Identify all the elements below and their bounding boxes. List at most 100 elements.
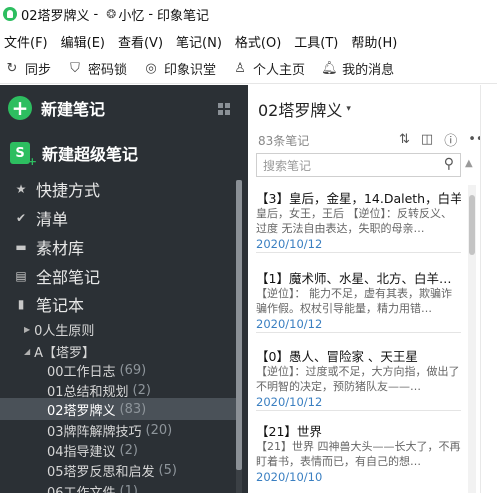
notes-icon: ▤ bbox=[15, 269, 27, 283]
tree-item-label: 05塔罗反思和启发 bbox=[47, 464, 155, 480]
note-card[interactable]: 【3】皇后，金星，14.Daleth，白羊… 皇后，女王，王后 【逆位】：反转反… bbox=[256, 185, 461, 253]
note-snippet: 【逆位】： 能力不足，虚有其表，欺骗诈骗作假。权杖引导能量，精力用错… bbox=[256, 287, 452, 315]
note-date: 2020/10/12 bbox=[256, 317, 323, 331]
menu-note[interactable]: 笔记(N) bbox=[176, 32, 222, 51]
tree-item-life-principles[interactable]: ▶ 0人生原则 bbox=[0, 318, 236, 340]
tree-item-guidance[interactable]: 04指导建议 (2) bbox=[0, 439, 236, 461]
search-input[interactable]: 搜索笔记 ⚲ bbox=[256, 153, 461, 177]
sync-label: 同步 bbox=[25, 63, 52, 78]
note-snippet: 【21】世界 四神兽大头——长大了，不再盯着书，表情而已，有自己的想… bbox=[256, 440, 461, 468]
list-tools: ⇅ ◫ ⓘ ••• bbox=[388, 130, 491, 149]
window-title-user: 小忆 bbox=[118, 8, 145, 24]
sidebar-item-all-notes[interactable]: ▤ 全部笔记 bbox=[0, 262, 236, 290]
new-note-label: 新建笔记 bbox=[41, 100, 106, 119]
new-super-note-button[interactable]: S 新建超级笔记 bbox=[10, 140, 139, 168]
note-list-panel: 02塔罗牌义 ▾ 83条笔记 ⇅ ◫ ⓘ ••• 搜索笔记 ⚲ ▲ 【3】皇后，… bbox=[248, 85, 491, 493]
tree-item-label: 06工作文件 bbox=[47, 485, 116, 493]
caret-down-icon[interactable]: ◢ bbox=[24, 347, 30, 356]
sidebar-scrollbar-thumb[interactable] bbox=[236, 180, 242, 470]
note-card[interactable]: 【1】魔术师、水星、北方、白羊… 【逆位】： 能力不足，虚有其表，欺骗诈骗作假。… bbox=[256, 265, 461, 333]
sidebar-item-label: 全部笔记 bbox=[36, 268, 101, 287]
window-title-app: 印象笔记 bbox=[157, 8, 210, 24]
note-count: 83条笔记 bbox=[258, 134, 310, 148]
menu-help[interactable]: 帮助(H) bbox=[351, 32, 397, 51]
messages-button[interactable]: 🔔︎ 我的消息 bbox=[321, 59, 394, 78]
tree-item-label: 01总结和规划 bbox=[47, 384, 129, 400]
super-note-icon: S bbox=[10, 142, 37, 168]
note-title: 【0】愚人、冒险家 、天王星 bbox=[256, 349, 418, 364]
tree-item-count: (2) bbox=[132, 382, 151, 398]
tree-item-label: 02塔罗牌义 bbox=[47, 403, 116, 419]
tree-item-work-files[interactable]: 06工作文件 (1) bbox=[0, 480, 236, 493]
check-circle-icon: ✔ bbox=[15, 211, 27, 225]
tree-item-count: (1) bbox=[119, 483, 138, 493]
chevron-down-icon: ▾ bbox=[346, 104, 351, 114]
sidebar-item-shortcuts[interactable]: ★ 快捷方式 bbox=[0, 175, 236, 203]
homepage-button[interactable]: ♙ 个人主页 bbox=[232, 59, 305, 78]
note-date: 2020/10/12 bbox=[256, 237, 323, 251]
tree-item-count: (5) bbox=[158, 462, 177, 478]
classroom-icon: ◎ bbox=[145, 61, 157, 76]
new-note-button[interactable]: + 新建笔记 bbox=[8, 95, 105, 121]
sort-icon[interactable]: ⇅ bbox=[399, 132, 410, 147]
note-date: 2020/10/12 bbox=[256, 395, 323, 409]
tree-item-label: 03牌阵解牌技巧 bbox=[47, 424, 142, 440]
evernote-logo-icon bbox=[3, 7, 17, 21]
new-super-note-label: 新建超级笔记 bbox=[42, 145, 139, 164]
tree-item-spread-techniques[interactable]: 03牌阵解牌技巧 (20) bbox=[0, 419, 236, 441]
note-title: 【3】皇后，金星，14.Daleth，白羊… bbox=[256, 191, 461, 206]
sidebar-item-label: 清单 bbox=[36, 210, 69, 229]
scroll-up-icon[interactable]: ▲ bbox=[465, 158, 473, 169]
search-icon[interactable]: ⚲ bbox=[444, 156, 454, 172]
notebook-title: 02塔罗牌义 bbox=[258, 101, 343, 120]
grid-view-icon[interactable] bbox=[218, 103, 230, 115]
note-list-scrollbar-thumb[interactable] bbox=[469, 195, 475, 255]
menu-format[interactable]: 格式(O) bbox=[235, 32, 281, 51]
title-separator: - bbox=[93, 6, 99, 22]
sidebar-item-label: 素材库 bbox=[36, 239, 85, 258]
sidebar-item-checklist[interactable]: ✔ 清单 bbox=[0, 204, 236, 232]
tree-item-count: (83) bbox=[119, 401, 147, 417]
menu-edit[interactable]: 编辑(E) bbox=[61, 32, 105, 51]
tree-item-tarot-meanings[interactable]: 02塔罗牌义 (83) bbox=[0, 398, 236, 420]
user-avatar-icon: ❂ bbox=[106, 7, 117, 21]
notebook-title-dropdown[interactable]: 02塔罗牌义 ▾ bbox=[258, 97, 351, 121]
note-card[interactable]: 【0】愚人、冒险家 、天王星 【逆位】：过度或不足，大方向指，做出了不明智的决定… bbox=[256, 343, 461, 411]
shield-lock-icon: ⛉ bbox=[70, 61, 80, 76]
sidebar-item-notebooks[interactable]: ▮ 笔记本 bbox=[0, 290, 236, 318]
password-lock-button[interactable]: ⛉ 密码锁 bbox=[67, 59, 127, 78]
menu-tools[interactable]: 工具(T) bbox=[294, 32, 338, 51]
messages-label: 我的消息 bbox=[342, 63, 395, 78]
note-date: 2020/10/10 bbox=[256, 470, 323, 484]
person-icon: ♙ bbox=[234, 61, 246, 76]
menu-file[interactable]: 文件(F) bbox=[4, 32, 48, 51]
info-icon[interactable]: ⓘ bbox=[444, 130, 457, 149]
tree-item-count: (2) bbox=[119, 442, 138, 458]
star-icon: ★ bbox=[15, 182, 27, 196]
sidebar-item-label: 快捷方式 bbox=[36, 181, 101, 200]
sync-icon: ↻ bbox=[6, 61, 18, 76]
caret-right-icon[interactable]: ▶ bbox=[24, 325, 30, 334]
view-layout-icon[interactable]: ◫ bbox=[421, 132, 433, 147]
tree-item-count: (20) bbox=[145, 422, 173, 438]
note-card[interactable]: 【21】世界 【21】世界 四神兽大头——长大了，不再盯着书，表情而已，有自己的… bbox=[256, 418, 461, 486]
password-lock-label: 密码锁 bbox=[88, 63, 128, 78]
sidebar-item-label: 笔记本 bbox=[36, 296, 85, 315]
classroom-label: 印象识堂 bbox=[164, 63, 217, 78]
menu-bar: 文件(F) 编辑(E) 查看(V) 笔记(N) 格式(O) 工具(T) 帮助(H… bbox=[0, 28, 497, 54]
sync-button[interactable]: ↻ 同步 bbox=[4, 59, 51, 78]
note-snippet: 皇后，女王，王后 【逆位】：反转反义、过度 无法自由表达，失职的母亲… bbox=[256, 207, 452, 235]
title-separator-2: - bbox=[148, 6, 154, 22]
tree-item-label: 0人生原则 bbox=[34, 323, 95, 339]
tree-item-work-log[interactable]: 00工作日志 (69) bbox=[0, 359, 236, 381]
classroom-button[interactable]: ◎ 印象识堂 bbox=[143, 59, 216, 78]
toolbar: ↻ 同步 ⛉ 密码锁 ◎ 印象识堂 ♙ 个人主页 🔔︎ 我的消息 bbox=[0, 54, 497, 84]
tree-item-label: A【塔罗】 bbox=[34, 345, 96, 361]
tree-item-label: 04指导建议 bbox=[47, 444, 116, 460]
materials-icon: ▬ bbox=[15, 240, 27, 254]
menu-view[interactable]: 查看(V) bbox=[118, 32, 163, 51]
tree-item-reflection[interactable]: 05塔罗反思和启发 (5) bbox=[0, 459, 236, 481]
sidebar-item-materials[interactable]: ▬ 素材库 bbox=[0, 233, 236, 261]
note-title: 【1】魔术师、水星、北方、白羊… bbox=[256, 271, 452, 286]
note-snippet: 【逆位】：过度或不足，大方向指，做出了不明智的决定，预防猪队友——… bbox=[256, 365, 460, 393]
